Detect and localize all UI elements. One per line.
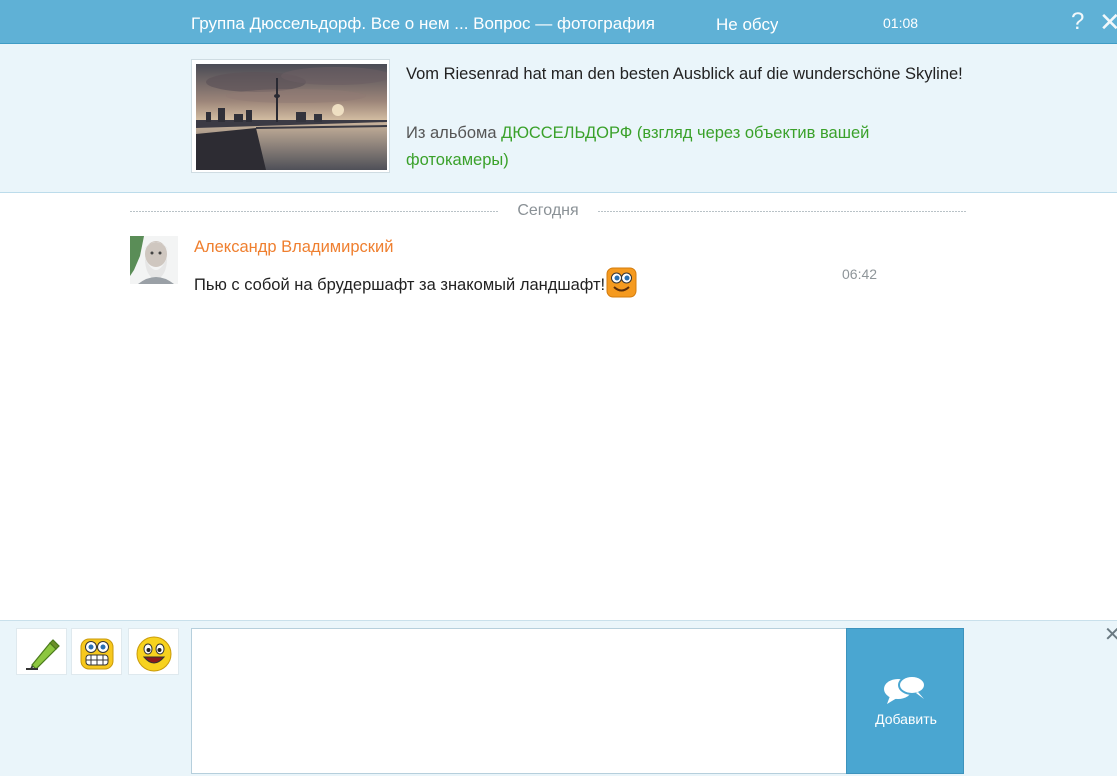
clock: 01:08 <box>883 15 919 31</box>
message-text: Пью с собой на брудершафт за знакомый ла… <box>194 267 637 298</box>
message-time: 06:42 <box>842 266 878 282</box>
grin-smiley-icon <box>80 638 113 670</box>
photo-panel: Vom Riesenrad hat man den besten Ausblic… <box>0 44 1117 193</box>
separator-line-right <box>598 211 966 212</box>
pencil-button[interactable] <box>16 628 67 675</box>
close-panel-icon[interactable]: ✕ <box>1104 625 1117 645</box>
smiley-icon <box>136 636 171 672</box>
close-icon[interactable]: ✕ <box>1099 8 1117 36</box>
date-label: Сегодня <box>517 202 579 219</box>
discussion-status[interactable]: Не обсуждают <box>716 15 778 35</box>
photo-description: Vom Riesenrad hat man den besten Ausblic… <box>406 65 963 83</box>
message-input[interactable] <box>191 628 846 774</box>
smiley-button[interactable] <box>128 628 179 675</box>
album-prefix: Из альбома <box>406 124 502 142</box>
add-button-label: Добавить <box>875 711 937 727</box>
smiley-orange-icon <box>606 267 637 298</box>
photo-thumbnail[interactable] <box>191 59 390 173</box>
album-line: Из альбома ДЮССЕЛЬДОРФ (взгляд через объ… <box>406 120 966 174</box>
date-separator: Сегодня <box>130 200 966 222</box>
message-author[interactable]: Александр Владимирский <box>194 238 393 257</box>
separator-line-left <box>130 211 498 212</box>
group-title[interactable]: Группа Дюссельдорф. Все о нем ... Вопрос… <box>191 14 655 34</box>
grin-smiley-button[interactable] <box>71 628 122 675</box>
composer-panel: Добавить ✕ <box>0 620 1117 776</box>
add-button[interactable]: Добавить <box>846 628 964 774</box>
message-body: Пью с собой на брудершафт за знакомый ла… <box>194 276 606 294</box>
message-item: Александр Владимирский Пью с собой на бр… <box>130 236 890 298</box>
pencil-icon <box>25 639 60 670</box>
avatar-portrait <box>130 236 178 284</box>
avatar[interactable] <box>130 236 178 284</box>
chat-bubbles-icon <box>884 675 926 704</box>
top-bar: Группа Дюссельдорф. Все о нем ... Вопрос… <box>0 0 1117 44</box>
question-icon[interactable]: ? <box>1071 8 1084 36</box>
